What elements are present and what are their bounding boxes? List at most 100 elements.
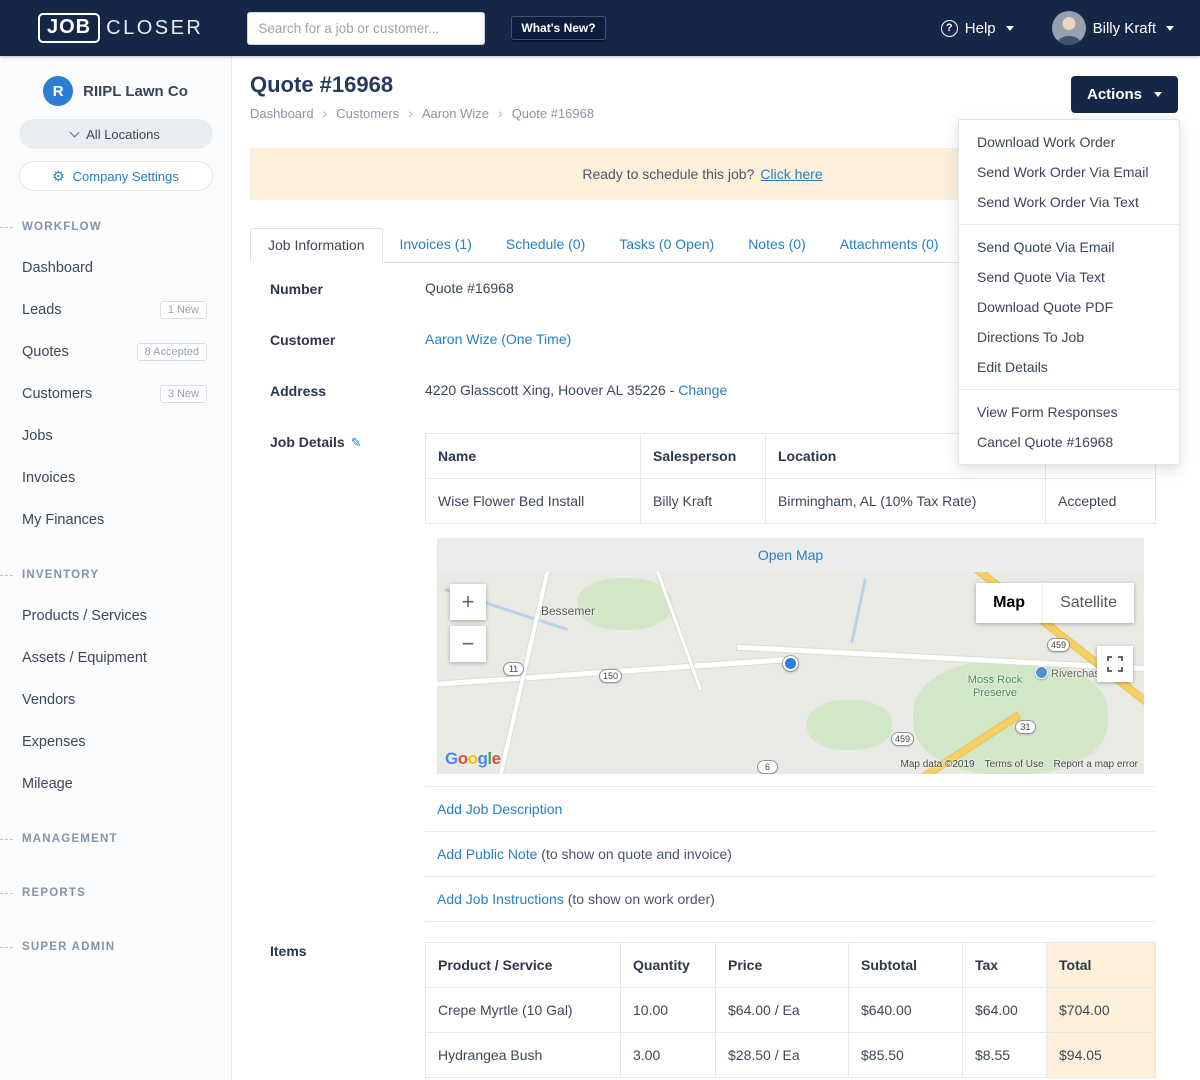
banner-text: Ready to schedule this job? (582, 166, 755, 182)
menu-item-send-quote-email[interactable]: Send Quote Via Email (959, 232, 1179, 262)
menu-item-view-form-responses[interactable]: View Form Responses (959, 397, 1179, 427)
nav-heading-inventory: INVENTORY (0, 555, 231, 595)
breadcrumb-separator (408, 105, 413, 121)
actions-button[interactable]: Actions (1070, 76, 1178, 113)
map-label-preserve: Moss Rock Preserve (967, 674, 1023, 699)
fullscreen-icon (1107, 656, 1123, 672)
route-shield: 459 (891, 732, 915, 746)
topbar-right: ? Help Billy Kraft (940, 11, 1174, 45)
map-zoom-out-button[interactable]: − (450, 626, 486, 662)
menu-item-cancel-quote[interactable]: Cancel Quote #16968 (959, 427, 1179, 457)
terms-of-use-link[interactable]: Terms of Use (985, 759, 1044, 770)
sidebar-item-invoices[interactable]: Invoices (0, 457, 231, 499)
route-shield: 459 (1047, 638, 1071, 652)
sidebar-item-products-services[interactable]: Products / Services (0, 595, 231, 637)
user-menu[interactable]: Billy Kraft (1051, 11, 1174, 45)
tab-job-information[interactable]: Job Information (250, 228, 383, 263)
sidebar-item-label: Assets / Equipment (22, 650, 147, 666)
add-public-note-link[interactable]: Add Public Note (437, 846, 537, 862)
job-status-cell[interactable]: Accepted (1045, 478, 1156, 524)
sidebar-item-quotes[interactable]: Quotes 8 Accepted (0, 331, 231, 373)
route-shield: 11 (503, 662, 524, 676)
map-zoom-in-button[interactable]: + (450, 584, 486, 620)
add-job-instructions-link[interactable]: Add Job Instructions (437, 891, 564, 907)
address-value: 4220 Glasscott Xing, Hoover AL 35226 - (425, 382, 675, 398)
route-shield: 6 (757, 760, 778, 774)
menu-item-send-quote-text[interactable]: Send Quote Via Text (959, 262, 1179, 292)
menu-item-directions-to-job[interactable]: Directions To Job (959, 322, 1179, 352)
sidebar-item-dashboard[interactable]: Dashboard (0, 247, 231, 289)
add-public-note-hint: (to show on quote and invoice) (541, 846, 732, 862)
map-location-marker[interactable] (783, 656, 798, 671)
breadcrumb-dashboard[interactable]: Dashboard (250, 106, 314, 121)
sidebar-item-label: Products / Services (22, 608, 147, 624)
add-job-description-link[interactable]: Add Job Description (437, 801, 562, 817)
add-job-description-row: Add Job Description (425, 786, 1155, 832)
customer-link[interactable]: Aaron Wize (425, 331, 497, 347)
sidebar-item-mileage[interactable]: Mileage (0, 763, 231, 805)
item-product-link[interactable]: Hydrangea Bush (425, 1032, 621, 1078)
breadcrumb-customer[interactable]: Aaron Wize (422, 106, 489, 121)
sidebar-item-assets-equipment[interactable]: Assets / Equipment (0, 637, 231, 679)
tab-attachments[interactable]: Attachments (0) (823, 228, 956, 263)
number-label: Number (270, 281, 323, 297)
chevron-down-icon (69, 127, 80, 137)
tab-schedule[interactable]: Schedule (0) (489, 228, 602, 263)
open-map-link[interactable]: Open Map (437, 538, 1144, 572)
field-job-details: Job Details ✎ Name Salesperson Location W… (232, 416, 1200, 922)
menu-item-edit-details[interactable]: Edit Details (959, 352, 1179, 382)
help-menu[interactable]: ? Help (940, 19, 1014, 37)
menu-item-send-work-order-text[interactable]: Send Work Order Via Text (959, 187, 1179, 217)
banner-click-here-link[interactable]: Click here (760, 166, 822, 182)
google-logo[interactable]: Google (445, 749, 501, 769)
map-poi-icon[interactable] (1035, 666, 1048, 679)
items-col-quantity: Quantity (620, 942, 716, 988)
report-map-error-link[interactable]: Report a map error (1054, 759, 1138, 770)
sidebar-item-vendors[interactable]: Vendors (0, 679, 231, 721)
nav-heading-reports[interactable]: REPORTS (0, 873, 231, 913)
menu-item-download-quote-pdf[interactable]: Download Quote PDF (959, 292, 1179, 322)
sidebar-item-expenses[interactable]: Expenses (0, 721, 231, 763)
whats-new-button[interactable]: What's New? (511, 16, 606, 40)
items-col-product: Product / Service (425, 942, 621, 988)
satellite-view-button[interactable]: Satellite (1042, 583, 1134, 623)
address-change-link[interactable]: Change (678, 382, 727, 398)
sidebar-item-my-finances[interactable]: My Finances (0, 499, 231, 541)
menu-item-download-work-order[interactable]: Download Work Order (959, 127, 1179, 157)
tab-tasks[interactable]: Tasks (0 Open) (602, 228, 731, 263)
route-shield: 150 (599, 669, 623, 683)
item-total-cell: $94.05 (1046, 1032, 1156, 1078)
map-attribution: Map data ©2019 Terms of Use Report a map… (901, 759, 1138, 770)
menu-divider (959, 389, 1179, 390)
breadcrumb-customers[interactable]: Customers (336, 106, 399, 121)
nav-heading-management[interactable]: MANAGEMENT (0, 819, 231, 859)
map-data-copyright: Map data ©2019 (900, 759, 975, 770)
item-product-link[interactable]: Crepe Myrtle (10 Gal) (425, 987, 621, 1033)
help-label: Help (964, 19, 996, 37)
company-settings-button[interactable]: ⚙ Company Settings (18, 161, 213, 191)
company-name: RIIPL Lawn Co (83, 82, 188, 100)
sidebar-item-label: Leads (22, 302, 62, 318)
job-salesperson-cell: Billy Kraft (640, 478, 766, 524)
items-table: Product / Service Quantity Price Subtota… (425, 942, 1156, 1078)
location-selector[interactable]: All Locations (18, 119, 213, 149)
edit-pencil-icon[interactable]: ✎ (351, 435, 362, 450)
user-name: Billy Kraft (1092, 19, 1156, 37)
nav-heading-super-admin[interactable]: SUPER ADMIN (0, 927, 231, 967)
map-canvas[interactable]: Bessemer 11 150 459 31 459 6 Moss Rock P… (437, 572, 1144, 774)
map-fullscreen-button[interactable] (1097, 646, 1133, 682)
menu-item-send-work-order-email[interactable]: Send Work Order Via Email (959, 157, 1179, 187)
global-search-input[interactable] (247, 11, 486, 45)
topbar: JOB CLOSER What's New? ? Help Billy Kraf… (0, 0, 1200, 56)
route-shield: 31 (1015, 720, 1036, 734)
map-park-area (807, 700, 892, 750)
sidebar-item-leads[interactable]: Leads 1 New (0, 289, 231, 331)
tab-invoices[interactable]: Invoices (1) (383, 228, 489, 263)
job-name-cell: Wise Flower Bed Install (425, 478, 641, 524)
sidebar-item-jobs[interactable]: Jobs (0, 415, 231, 457)
add-job-instructions-row: Add Job Instructions (to show on work or… (425, 877, 1155, 922)
job-details-label: Job Details (270, 434, 345, 450)
sidebar-item-customers[interactable]: Customers 3 New (0, 373, 231, 415)
tab-notes[interactable]: Notes (0) (731, 228, 823, 263)
map-view-button[interactable]: Map (976, 583, 1043, 623)
